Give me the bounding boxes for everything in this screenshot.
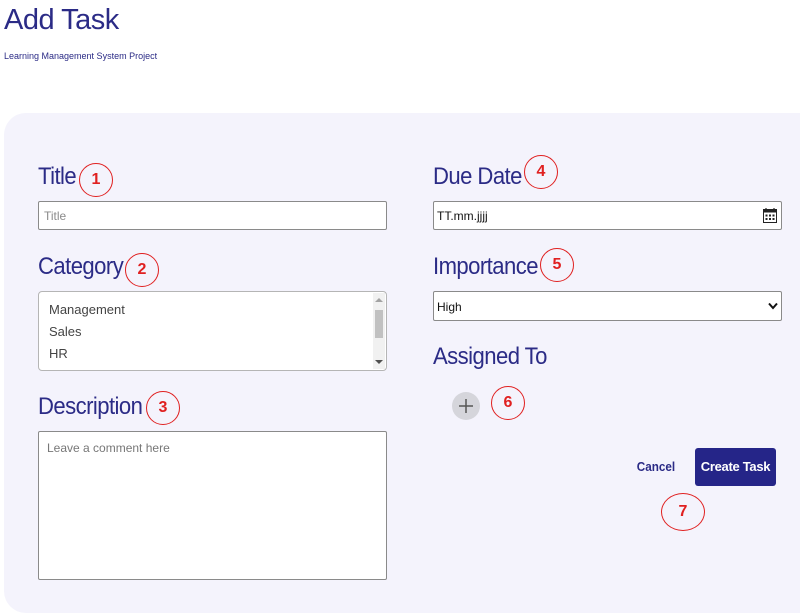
annotation-badge-2: 2 [125,253,159,287]
title-input[interactable] [38,201,387,230]
importance-selected-value: High [437,300,462,314]
list-item[interactable]: Management [49,302,125,317]
due-date-label: Due Date [433,163,522,190]
list-item[interactable]: HR [49,346,68,361]
plus-icon [459,399,473,413]
importance-label: Importance [433,253,538,280]
annotation-badge-1: 1 [79,163,113,197]
calendar-icon[interactable] [763,208,777,223]
annotation-badge-6: 6 [491,386,525,420]
list-item[interactable]: Sales [49,324,82,339]
category-label: Category [38,253,124,280]
due-date-value: TT.mm.jjjj [437,209,488,223]
scroll-up-arrow-icon[interactable] [375,298,383,302]
create-task-button[interactable]: Create Task [695,448,776,486]
category-scrollbar[interactable] [373,293,385,369]
chevron-down-icon [768,302,778,310]
description-textarea[interactable] [38,431,387,580]
category-listbox[interactable]: Management Sales HR [38,291,387,371]
due-date-input[interactable]: TT.mm.jjjj [433,201,782,230]
page-title: Add Task [4,4,119,36]
description-label: Description [38,393,143,420]
annotation-badge-4: 4 [524,155,558,189]
scroll-down-arrow-icon[interactable] [375,360,383,364]
importance-select[interactable]: High [433,291,782,321]
page-subtitle: Learning Management System Project [4,51,158,61]
add-assignee-button[interactable] [452,392,480,420]
title-label: Title [38,163,77,190]
assigned-to-label: Assigned To [433,343,547,370]
cancel-button[interactable]: Cancel [631,452,681,482]
annotation-badge-5: 5 [540,248,574,282]
annotation-badge-3: 3 [146,391,180,425]
scroll-thumb[interactable] [375,310,383,338]
annotation-badge-7: 7 [661,493,705,531]
